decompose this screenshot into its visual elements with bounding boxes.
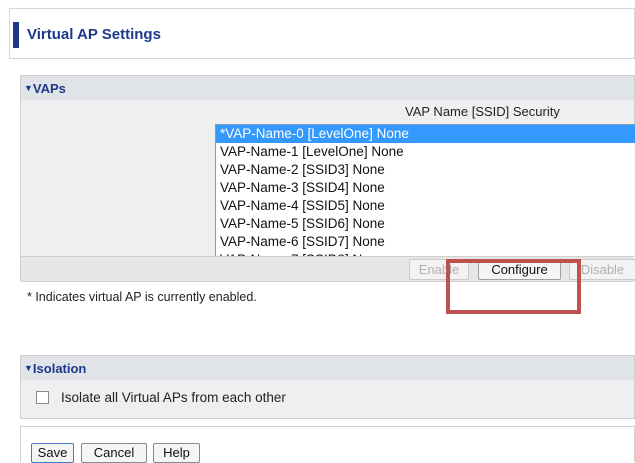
save-button[interactable]: Save bbox=[31, 443, 74, 463]
help-button[interactable]: Help bbox=[153, 443, 200, 463]
isolation-section: ▼Isolation Isolate all Virtual APs from … bbox=[20, 355, 635, 419]
vaps-section: ▼VAPs VAP Name [SSID] Security *VAP-Name… bbox=[20, 75, 635, 312]
vap-list-item[interactable]: VAP-Name-3 [SSID4] None bbox=[216, 179, 635, 197]
disable-button[interactable]: Disable bbox=[569, 259, 635, 280]
configure-button[interactable]: Configure bbox=[478, 259, 561, 280]
page-title-bar: Virtual AP Settings bbox=[9, 8, 635, 59]
vap-list-item[interactable]: VAP-Name-4 [SSID5] None bbox=[216, 197, 635, 215]
enable-button[interactable]: Enable bbox=[409, 259, 469, 280]
note-row: * Indicates virtual AP is currently enab… bbox=[21, 281, 634, 312]
footer-button-bar: Save Cancel Help bbox=[20, 426, 635, 463]
vap-list-item[interactable]: VAP-Name-6 [SSID7] None bbox=[216, 233, 635, 251]
vap-list-caption: VAP Name [SSID] Security bbox=[405, 104, 560, 119]
vap-listbox[interactable]: *VAP-Name-0 [LevelOne] None VAP-Name-1 [L… bbox=[215, 124, 635, 274]
title-accent-bar bbox=[13, 22, 19, 48]
enabled-note: * Indicates virtual AP is currently enab… bbox=[27, 290, 257, 304]
vap-list-item[interactable]: VAP-Name-5 [SSID6] None bbox=[216, 215, 635, 233]
collapse-triangle-icon: ▼ bbox=[24, 363, 33, 373]
vap-list-item[interactable]: VAP-Name-1 [LevelOne] None bbox=[216, 143, 635, 161]
collapse-triangle-icon: ▼ bbox=[24, 83, 33, 93]
vaps-section-title: VAPs bbox=[32, 81, 66, 96]
page-title: Virtual AP Settings bbox=[27, 26, 161, 43]
isolation-section-title: Isolation bbox=[32, 361, 87, 376]
vap-list-item[interactable]: VAP-Name-2 [SSID3] None bbox=[216, 161, 635, 179]
vap-list-item[interactable]: *VAP-Name-0 [LevelOne] None bbox=[216, 125, 635, 143]
isolate-checkbox-label: Isolate all Virtual APs from each other bbox=[61, 390, 286, 405]
vaps-body: VAP Name [SSID] Security *VAP-Name-0 [Le… bbox=[21, 100, 635, 280]
cancel-button[interactable]: Cancel bbox=[81, 443, 147, 463]
vap-button-row: Enable Configure Disable bbox=[21, 256, 635, 282]
vaps-section-header[interactable]: ▼VAPs bbox=[21, 76, 634, 100]
isolation-section-header[interactable]: ▼Isolation bbox=[21, 356, 634, 380]
isolation-body: Isolate all Virtual APs from each other bbox=[21, 380, 634, 418]
isolate-checkbox[interactable] bbox=[36, 391, 49, 404]
